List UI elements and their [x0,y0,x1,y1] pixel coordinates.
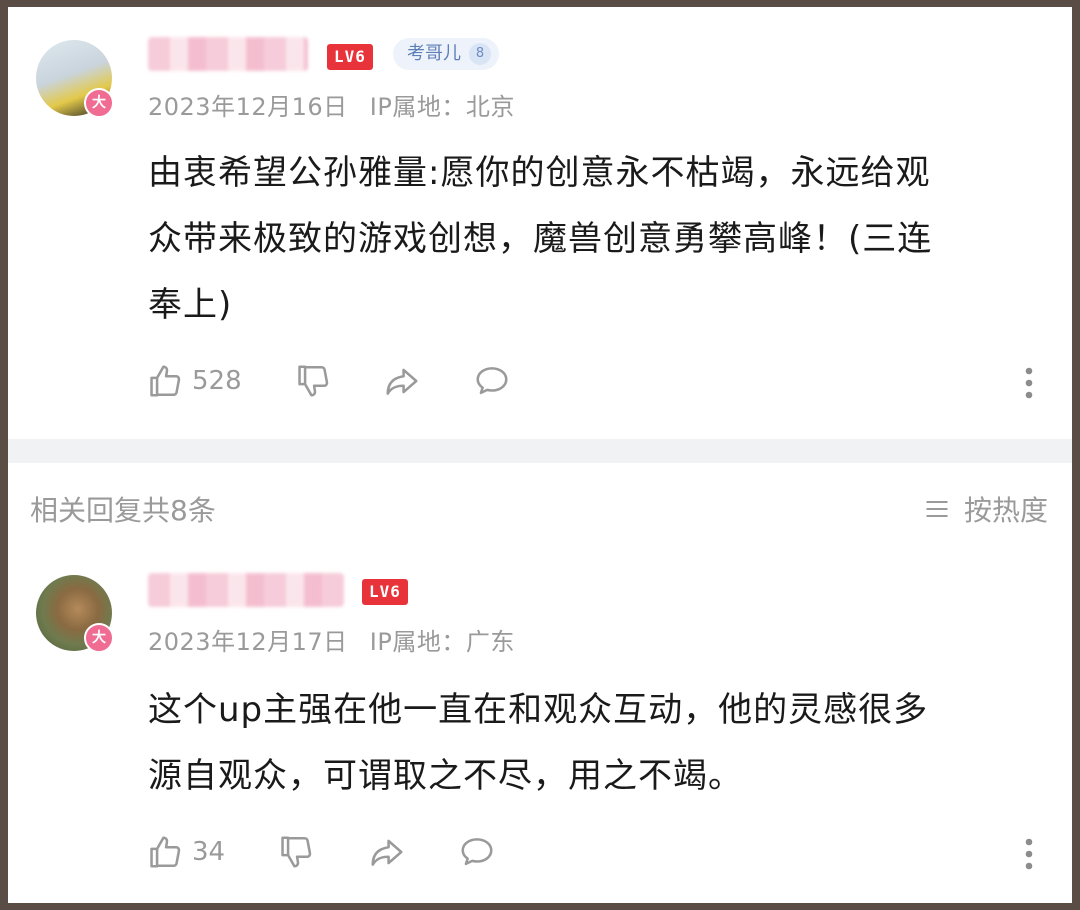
fan-badge-label: 考哥儿 [407,43,461,64]
comment-date: 2023年12月16日 [148,93,348,121]
reply-button[interactable] [457,833,497,871]
content-line: 奉上) [148,285,233,325]
comment-content: 由衷希望公孙雅量:愿你的创意永不枯竭，永远给观 众带来极致的游戏创想，魔兽创意勇… [148,140,1048,338]
dislike-button[interactable] [294,362,332,400]
content-line: 这个up主强在他一直在和观众互动，他的灵感很多 [148,690,929,730]
sort-lines-icon [926,500,948,518]
content-line: 众带来极致的游戏创想，魔兽创意勇攀高峰！(三连 [148,219,933,259]
avatar-badge: 大 [84,88,114,118]
username-blurred[interactable] [148,573,344,607]
comment-icon [461,838,493,866]
like-count: 34 [192,837,226,867]
more-vertical-icon [1025,367,1033,399]
like-button[interactable]: 34 [146,833,225,871]
sort-button[interactable]: 按热度 [922,489,1048,529]
thumbs-down-icon [297,365,328,397]
comment-card: 大 LV6 考哥儿 8 2023年12月16日 IP属地：北京 由衷希望公孙雅量… [8,7,1072,439]
share-icon [386,368,418,395]
level-badge: LV6 [362,579,408,605]
level-badge: LV6 [327,44,373,70]
replies-header: 相关回复共8条 按热度 [8,467,1072,547]
fan-badge[interactable]: 考哥儿 8 [393,38,499,70]
comment-actions: 528 [146,362,512,400]
username-blurred[interactable] [148,37,308,71]
share-button[interactable] [382,362,422,400]
comment-icon [476,367,508,395]
share-icon [371,839,403,866]
more-vertical-icon [1025,838,1033,870]
like-count: 528 [192,366,242,396]
ip-location: IP属地：广东 [369,628,515,656]
comment-card: 大 LV6 2023年12月17日 IP属地：广东 这个up主强在他一直在和观众… [8,547,1072,903]
thumbs-up-icon [150,365,181,397]
comment-content: 这个up主强在他一直在和观众互动，他的灵感很多 源自观众，可谓取之不尽，用之不竭… [148,677,1048,809]
section-divider [8,439,1072,463]
screenshot-frame: 大 LV6 考哥儿 8 2023年12月16日 IP属地：北京 由衷希望公孙雅量… [8,7,1072,903]
more-button[interactable] [1018,836,1040,876]
dislike-button[interactable] [277,833,315,871]
sort-label: 按热度 [963,494,1048,527]
like-button[interactable]: 528 [146,362,242,400]
comment-date: 2023年12月17日 [148,628,348,656]
fan-badge-level: 8 [469,43,491,65]
comment-actions: 34 [146,833,497,871]
more-button[interactable] [1018,365,1040,405]
ip-location: IP属地：北京 [369,93,515,121]
reply-button[interactable] [472,362,512,400]
avatar[interactable]: 大 [36,40,114,118]
avatar-badge: 大 [84,623,114,653]
thumbs-up-icon [150,836,181,868]
comment-meta: 2023年12月17日 IP属地：广东 [148,622,515,657]
avatar[interactable]: 大 [36,575,114,653]
share-button[interactable] [367,833,407,871]
replies-count: 相关回复共8条 [30,494,216,527]
content-line: 源自观众，可谓取之不尽，用之不竭。 [148,756,743,796]
content-line: 由衷希望公孙雅量:愿你的创意永不枯竭，永远给观 [148,153,931,193]
comment-meta: 2023年12月16日 IP属地：北京 [148,87,515,122]
thumbs-down-icon [281,836,312,868]
